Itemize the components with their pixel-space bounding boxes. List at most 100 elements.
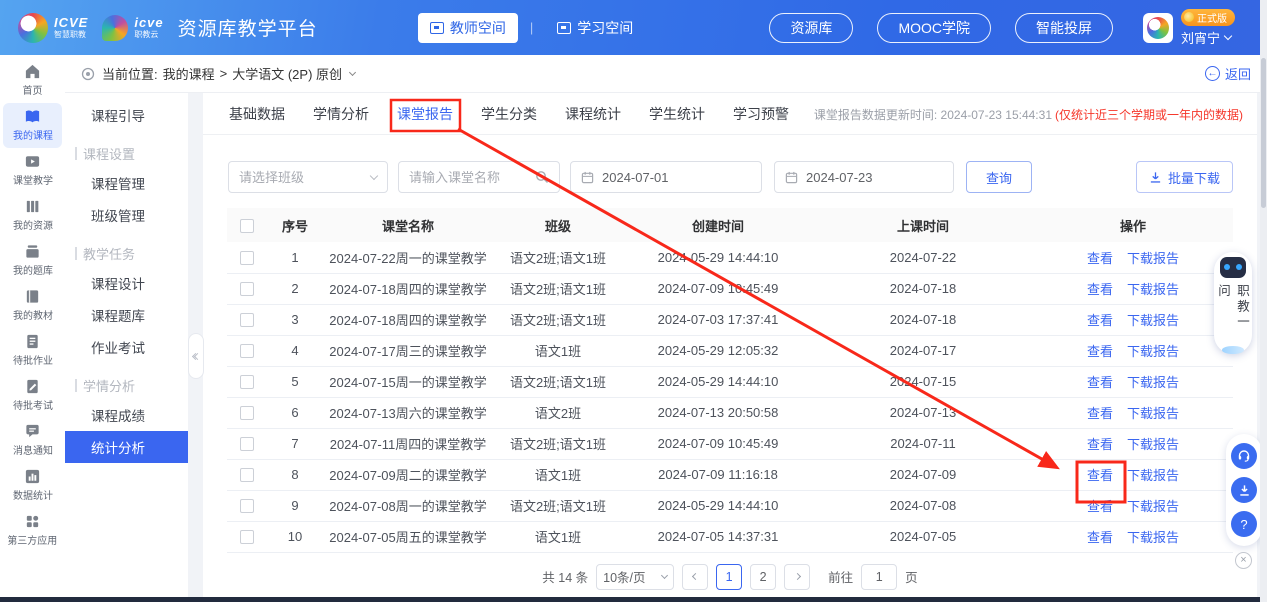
download-report-link[interactable]: 下载报告 xyxy=(1127,499,1179,514)
end-date-input[interactable] xyxy=(806,170,943,185)
sidebar-item-question-bank[interactable]: 我的题库 xyxy=(3,238,62,283)
start-date-picker[interactable] xyxy=(570,161,762,193)
row-checkbox[interactable] xyxy=(240,375,254,389)
sidebar-item-third-party-apps[interactable]: 第三方应用 xyxy=(3,508,62,553)
row-checkbox[interactable] xyxy=(240,437,254,451)
submenu-homework-exam[interactable]: 作业考试 xyxy=(65,331,188,363)
download-report-link[interactable]: 下载报告 xyxy=(1127,251,1179,266)
sidebar-item-home[interactable]: 首页 xyxy=(3,58,62,103)
sidebar-item-data-statistics[interactable]: 数据统计 xyxy=(3,463,62,508)
row-checkbox[interactable] xyxy=(240,313,254,327)
next-page-button[interactable] xyxy=(784,564,810,590)
sidebar-item-textbooks[interactable]: 我的教材 xyxy=(3,283,62,328)
close-floaters-button[interactable]: × xyxy=(1235,552,1252,569)
assistant-tab[interactable]: 职教一问 xyxy=(1214,252,1252,354)
download-report-link[interactable]: 下载报告 xyxy=(1127,406,1179,421)
submenu-course-guide[interactable]: 课程引导 xyxy=(65,99,188,131)
view-link[interactable]: 查看 xyxy=(1087,313,1113,328)
prev-page-button[interactable] xyxy=(682,564,708,590)
view-link[interactable]: 查看 xyxy=(1087,406,1113,421)
page-2-button[interactable]: 2 xyxy=(750,564,776,590)
tab-learning-warning[interactable]: 学习预警 xyxy=(733,104,789,124)
class-name-search[interactable] xyxy=(398,161,560,193)
sidebar-item-pending-exams[interactable]: 待批考试 xyxy=(3,373,62,418)
breadcrumb-parent[interactable]: 我的课程 xyxy=(163,64,215,83)
view-link[interactable]: 查看 xyxy=(1087,251,1113,266)
view-link-highlighted[interactable]: 查看 xyxy=(1087,468,1113,483)
customer-service-button[interactable] xyxy=(1231,443,1257,469)
page-1-button[interactable]: 1 xyxy=(716,564,742,590)
class-select-input[interactable] xyxy=(239,170,371,185)
row-checkbox[interactable] xyxy=(240,530,254,544)
mooc-college-button[interactable]: MOOC学院 xyxy=(877,13,991,43)
download-report-link[interactable]: 下载报告 xyxy=(1127,375,1179,390)
sidebar-item-pending-homework[interactable]: 待批作业 xyxy=(3,328,62,373)
view-link[interactable]: 查看 xyxy=(1087,344,1113,359)
back-button[interactable]: ← 返回 xyxy=(1205,64,1251,83)
row-checkbox[interactable] xyxy=(240,499,254,513)
sidebar-item-my-resources[interactable]: 我的资源 xyxy=(3,193,62,238)
download-report-link[interactable]: 下载报告 xyxy=(1127,530,1179,545)
tab-basic-data[interactable]: 基础数据 xyxy=(229,104,285,124)
sidebar-item-notifications[interactable]: 消息通知 xyxy=(3,418,62,463)
sidebar-collapse-handle[interactable] xyxy=(188,333,204,379)
tab-learning-analysis[interactable]: 学情分析 xyxy=(313,104,369,124)
icon-sidebar: 首页 我的课程 课堂教学 我的资源 我的题库 我的教材 待批作业 待批考试 消息… xyxy=(0,55,65,597)
chevron-down-icon xyxy=(1224,31,1232,39)
download-float-button[interactable] xyxy=(1231,477,1257,503)
end-date-picker[interactable] xyxy=(774,161,954,193)
created-time-cell: 2024-05-29 12:05:32 xyxy=(623,335,813,366)
avatar[interactable] xyxy=(1143,13,1173,43)
smart-casting-button[interactable]: 智能投屏 xyxy=(1015,13,1113,43)
resource-library-button[interactable]: 资源库 xyxy=(769,13,853,43)
view-link[interactable]: 查看 xyxy=(1087,282,1113,297)
goto-page-input[interactable] xyxy=(868,570,890,584)
view-link[interactable]: 查看 xyxy=(1087,530,1113,545)
download-report-link[interactable]: 下载报告 xyxy=(1127,437,1179,452)
scrollbar-thumb[interactable] xyxy=(1261,58,1266,208)
submenu-statistics-analysis[interactable]: 统计分析 xyxy=(65,431,188,463)
apps-grid-icon xyxy=(24,513,41,530)
view-link[interactable]: 查看 xyxy=(1087,375,1113,390)
username[interactable]: 刘宵宁 xyxy=(1181,28,1231,47)
page-size-select[interactable]: 10条/页 xyxy=(596,564,674,590)
row-checkbox[interactable] xyxy=(240,282,254,296)
submenu-course-design[interactable]: 课程设计 xyxy=(65,267,188,299)
row-checkbox[interactable] xyxy=(240,251,254,265)
tab-classroom-report[interactable]: 课堂报告 xyxy=(397,104,453,124)
sidebar-item-classroom-teaching[interactable]: 课堂教学 xyxy=(3,148,62,193)
download-report-link[interactable]: 下载报告 xyxy=(1127,313,1179,328)
download-report-link[interactable]: 下载报告 xyxy=(1127,468,1179,483)
tab-course-statistics[interactable]: 课程统计 xyxy=(565,104,621,124)
view-link[interactable]: 查看 xyxy=(1087,499,1113,514)
start-date-input[interactable] xyxy=(602,170,751,185)
submenu-course-management[interactable]: 课程管理 xyxy=(65,167,188,199)
download-report-link[interactable]: 下载报告 xyxy=(1127,344,1179,359)
submenu-course-grades[interactable]: 课程成绩 xyxy=(65,399,188,431)
class-select[interactable] xyxy=(228,161,388,193)
sidebar-item-my-courses[interactable]: 我的课程 xyxy=(3,103,62,148)
row-checkbox[interactable] xyxy=(240,344,254,358)
goto-page-box[interactable] xyxy=(861,564,897,590)
query-button[interactable]: 查询 xyxy=(966,161,1032,193)
submenu-class-management[interactable]: 班级管理 xyxy=(65,199,188,231)
download-report-link[interactable]: 下载报告 xyxy=(1127,282,1179,297)
submenu-course-question-bank[interactable]: 课程题库 xyxy=(65,299,188,331)
help-button[interactable]: ? xyxy=(1231,511,1257,537)
report-update-note: (仅统计近三个学期或一年内的数据) xyxy=(1055,106,1243,123)
goto-label: 前往 xyxy=(828,567,853,586)
row-checkbox[interactable] xyxy=(240,406,254,420)
tab-student-statistics[interactable]: 学生统计 xyxy=(649,104,705,124)
learning-space-button[interactable]: 学习空间 xyxy=(545,13,645,43)
teacher-space-button[interactable]: 教师空间 xyxy=(418,13,518,43)
course-dropdown-icon[interactable] xyxy=(349,68,356,75)
tab-student-classification[interactable]: 学生分类 xyxy=(481,104,537,124)
batch-download-button[interactable]: 批量下载 xyxy=(1136,161,1233,193)
class-name-search-input[interactable] xyxy=(409,170,535,185)
scrollbar-track[interactable] xyxy=(1260,0,1267,602)
user-box[interactable]: 正式版 刘宵宁 xyxy=(1143,9,1235,47)
row-checkbox[interactable] xyxy=(240,468,254,482)
select-all-checkbox[interactable] xyxy=(240,219,254,233)
view-link[interactable]: 查看 xyxy=(1087,437,1113,452)
breadcrumb-current[interactable]: 大学语文 (2P) 原创 xyxy=(232,64,342,83)
